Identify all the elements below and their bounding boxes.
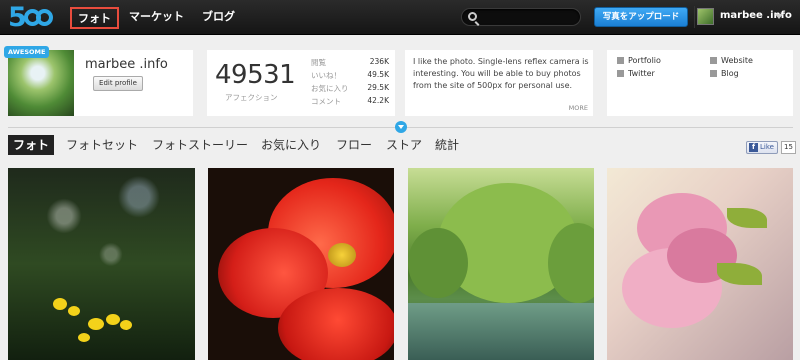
leaf — [717, 263, 762, 285]
user-menu[interactable]: marbee .info — [694, 6, 794, 28]
stat-value: 236K — [369, 57, 389, 66]
twitter-icon — [617, 70, 624, 77]
flower-shape — [88, 318, 104, 330]
twitter-link[interactable]: Twitter — [617, 69, 655, 78]
like-label: Like — [760, 143, 774, 151]
link-label: Website — [721, 56, 753, 65]
tab-photosets[interactable]: フォトセット — [66, 135, 138, 155]
logo-zero-ring — [35, 8, 53, 26]
tab-photos[interactable]: フォト — [8, 135, 55, 155]
nav-photos[interactable]: フォト — [70, 7, 119, 29]
flower-shape — [53, 298, 67, 310]
stat-label: コメント — [311, 97, 341, 106]
portfolio-icon — [617, 57, 624, 64]
flower-shape — [68, 306, 80, 316]
blog-link[interactable]: Blog — [710, 69, 739, 78]
bush — [408, 228, 468, 298]
stat-value: 29.5K — [367, 83, 389, 92]
flower-shape — [78, 333, 90, 342]
more-link[interactable]: MORE — [569, 104, 588, 112]
portfolio-link[interactable]: Portfolio — [617, 56, 661, 65]
photo-thumbnail[interactable] — [208, 168, 394, 360]
leaf — [727, 208, 767, 228]
tab-photo-stories[interactable]: フォトストーリー — [152, 135, 248, 155]
flower-shape — [106, 314, 120, 325]
lake-water — [408, 303, 594, 360]
status-badge: AWESOME — [4, 46, 50, 58]
link-label: Blog — [721, 69, 739, 78]
top-navigation-bar: 5 フォト マーケット ブログ 写真をアップロード marbee .info — [0, 0, 800, 35]
tab-stats[interactable]: 統計 — [435, 135, 459, 155]
about-text: I like the photo. Single-lens reflex cam… — [413, 57, 589, 90]
stat-row-favorites: お気に入り 29.5K — [311, 83, 389, 95]
website-icon — [710, 57, 717, 64]
photo-thumbnail[interactable] — [8, 168, 195, 360]
bush — [548, 223, 594, 303]
affection-label: アフェクション — [225, 93, 278, 102]
500px-logo[interactable]: 5 — [8, 2, 53, 33]
stat-row-likes: いいね！ 49.5K — [311, 70, 389, 82]
link-label: Portfolio — [628, 56, 661, 65]
upload-photo-button[interactable]: 写真をアップロード — [594, 7, 688, 27]
search-box[interactable] — [461, 8, 581, 26]
tab-flow[interactable]: フロー — [336, 135, 372, 155]
tab-favorites[interactable]: お気に入り — [261, 135, 321, 155]
link-label: Twitter — [628, 69, 655, 78]
stat-label: いいね！ — [311, 71, 341, 80]
photo-thumbnail[interactable] — [408, 168, 594, 360]
search-icon — [468, 12, 477, 21]
flower-shape — [120, 320, 132, 330]
nav-market[interactable]: マーケット — [123, 7, 190, 29]
profile-card: AWESOME marbee .info Edit profile — [4, 46, 193, 116]
nav-blog[interactable]: ブログ — [196, 7, 241, 29]
stat-value: 42.2K — [367, 96, 389, 105]
photo-thumbnail[interactable] — [607, 168, 793, 360]
expand-arrow-icon[interactable] — [395, 121, 407, 133]
facebook-like-button[interactable]: f Like — [746, 141, 778, 154]
profile-avatar[interactable] — [8, 50, 74, 116]
profile-name: marbee .info — [85, 57, 168, 72]
search-input[interactable] — [482, 10, 576, 24]
stat-value: 49.5K — [367, 70, 389, 79]
like-count: 15 — [781, 141, 796, 154]
links-card: Portfolio Twitter Website Blog — [607, 50, 793, 116]
stats-card: 49531 アフェクション 閲覧 236K いいね！ 49.5K お気に入り 2… — [207, 50, 395, 116]
stat-row-comments: コメント 42.2K — [311, 96, 389, 108]
website-link[interactable]: Website — [710, 56, 753, 65]
poppy-petal — [278, 288, 394, 360]
affection-count: 49531 — [215, 60, 296, 90]
tab-store[interactable]: ストア — [386, 135, 422, 155]
stat-label: 閲覧 — [311, 58, 326, 67]
edit-profile-button[interactable]: Edit profile — [93, 76, 143, 91]
about-card: I like the photo. Single-lens reflex cam… — [405, 50, 593, 116]
facebook-icon: f — [749, 143, 758, 152]
avatar — [697, 8, 714, 25]
stat-row-views: 閲覧 236K — [311, 57, 389, 69]
blog-icon — [710, 70, 717, 77]
stat-label: お気に入り — [311, 84, 349, 93]
chevron-down-icon[interactable] — [775, 14, 783, 19]
poppy-center — [328, 243, 356, 267]
